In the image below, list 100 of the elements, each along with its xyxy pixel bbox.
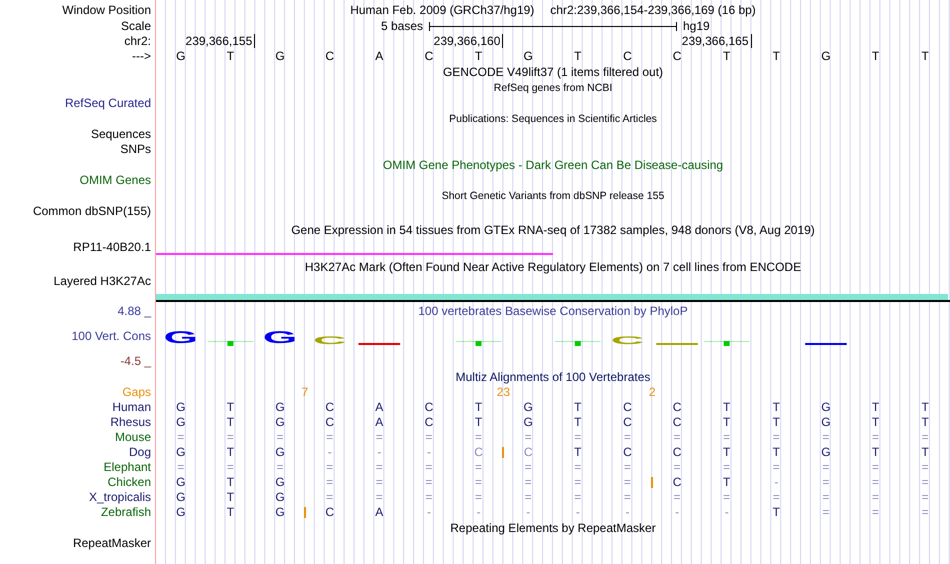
track-label: Common dbSNP(155)	[32, 204, 151, 218]
aligned-base: -	[426, 505, 431, 519]
scale-text: 5 bases	[380, 18, 424, 34]
species-label: Dog	[128, 445, 151, 459]
aligned-base: T	[474, 400, 482, 414]
aligned-base: =	[922, 460, 929, 474]
track-label: SNPs	[120, 142, 151, 156]
base-letter: T	[922, 49, 929, 63]
aligned-base: =	[376, 430, 383, 444]
aligned-base: =	[425, 475, 432, 489]
aligned-base: =	[425, 460, 432, 474]
aligned-base: T	[226, 490, 234, 504]
aligned-base: T	[226, 400, 234, 414]
aligned-base: G	[821, 445, 831, 459]
aligned-base: A	[375, 415, 384, 429]
aligned-base: =	[326, 460, 334, 474]
aligned-base: =	[872, 460, 880, 474]
aligned-base: G	[176, 445, 186, 459]
logo-letter: G	[262, 328, 298, 348]
base-letter: C	[325, 49, 334, 63]
aligned-base: -	[625, 505, 630, 519]
aligned-base: =	[723, 490, 730, 504]
aligned-base: G	[176, 505, 186, 519]
aligned-base: =	[177, 460, 184, 474]
coordinate-label: 239,366,155	[186, 34, 256, 48]
base-letter: T	[772, 49, 780, 63]
aligned-base: -	[476, 505, 481, 519]
aligned-base: =	[922, 490, 929, 504]
track-title: RefSeq genes from NCBI	[494, 82, 612, 94]
aligned-base: =	[425, 430, 432, 444]
aligned-base: G	[176, 415, 186, 429]
aligned-base: C	[325, 415, 334, 429]
aligned-base: C	[672, 475, 682, 489]
species-label: Human	[112, 400, 151, 414]
aligned-base: T	[723, 475, 730, 489]
track-title: Gene Expression in 54 tissues from GTEx RNA-seq of 17382 samples, 948 donors (V8, Aug 2019)	[291, 223, 815, 237]
aligned-base: G	[275, 400, 285, 414]
aligned-base: =	[574, 475, 582, 489]
base-letter: G	[821, 49, 831, 63]
aligned-base: C	[325, 400, 334, 414]
aligned-base: =	[524, 475, 532, 489]
row-label: Window Position	[62, 3, 151, 17]
aligned-base: T	[922, 445, 929, 459]
aligned-base: T	[226, 475, 234, 489]
base-letter: T	[872, 49, 880, 63]
axis-max-label: 4.88 _	[118, 304, 151, 318]
aligned-base: =	[475, 430, 482, 444]
aligned-base: =	[624, 475, 631, 489]
logo-letter: C	[313, 334, 346, 347]
aligned-base: T	[772, 400, 780, 414]
base-letter: G	[275, 49, 285, 63]
track-title: H3K27Ac Mark (Often Found Near Active Regulatory Elements) on 7 cell lines from ENCODE	[304, 260, 802, 274]
aligned-base: -	[724, 505, 729, 519]
aligned-base: G	[821, 400, 831, 414]
aligned-base: =	[772, 490, 780, 504]
aligned-base: =	[226, 460, 234, 474]
aligned-base: =	[822, 475, 830, 489]
aligned-base: =	[822, 490, 830, 504]
aligned-base: =	[922, 505, 929, 519]
species-label: X_tropicalis	[88, 490, 151, 504]
aligned-base: =	[524, 490, 532, 504]
aligned-base: T	[723, 400, 730, 414]
base-letter: C	[623, 49, 632, 63]
aligned-base: T	[723, 445, 730, 459]
gap-count: 7	[302, 385, 308, 400]
aligned-base: C	[623, 400, 632, 414]
assembly-name: Human Feb. 2009 (GRCh37/hg19)	[350, 3, 534, 17]
row-label: chr2:	[124, 34, 151, 48]
aligned-base: C	[524, 445, 533, 459]
aligned-base: =	[475, 490, 482, 504]
aligned-base: G	[176, 475, 186, 489]
base-letter: T	[226, 49, 234, 63]
aligned-base: G	[275, 415, 285, 429]
aligned-base: T	[872, 445, 880, 459]
species-label: Mouse	[114, 430, 151, 444]
track-title: Repeating Elements by RepeatMasker	[450, 521, 656, 535]
scale-assembly: hg19	[682, 18, 711, 34]
aligned-base: T	[574, 445, 582, 459]
aligned-base: T	[226, 445, 234, 459]
logo-letter: G	[164, 328, 198, 348]
row-label: Scale	[120, 19, 151, 33]
aligned-base: =	[376, 460, 383, 474]
coordinate-label: 239,366,165	[682, 34, 752, 48]
track-title: Publications: Sequences in Scientific Articles	[449, 113, 657, 125]
aligned-base: G	[176, 490, 186, 504]
aligned-base: T	[574, 415, 582, 429]
aligned-base: T	[772, 505, 780, 519]
aligned-base: C	[325, 505, 334, 519]
aligned-base: =	[524, 430, 532, 444]
aligned-base: T	[772, 415, 780, 429]
species-label: Elephant	[104, 460, 151, 474]
aligned-base: =	[376, 490, 383, 504]
aligned-base: C	[474, 445, 483, 459]
aligned-base: =	[674, 460, 681, 474]
aligned-base: =	[772, 430, 780, 444]
track-label: RepeatMasker	[72, 536, 151, 550]
base-letter: G	[176, 49, 186, 63]
aligned-base: G	[524, 415, 533, 429]
species-label: Chicken	[108, 475, 151, 489]
aligned-base: C	[623, 415, 632, 429]
